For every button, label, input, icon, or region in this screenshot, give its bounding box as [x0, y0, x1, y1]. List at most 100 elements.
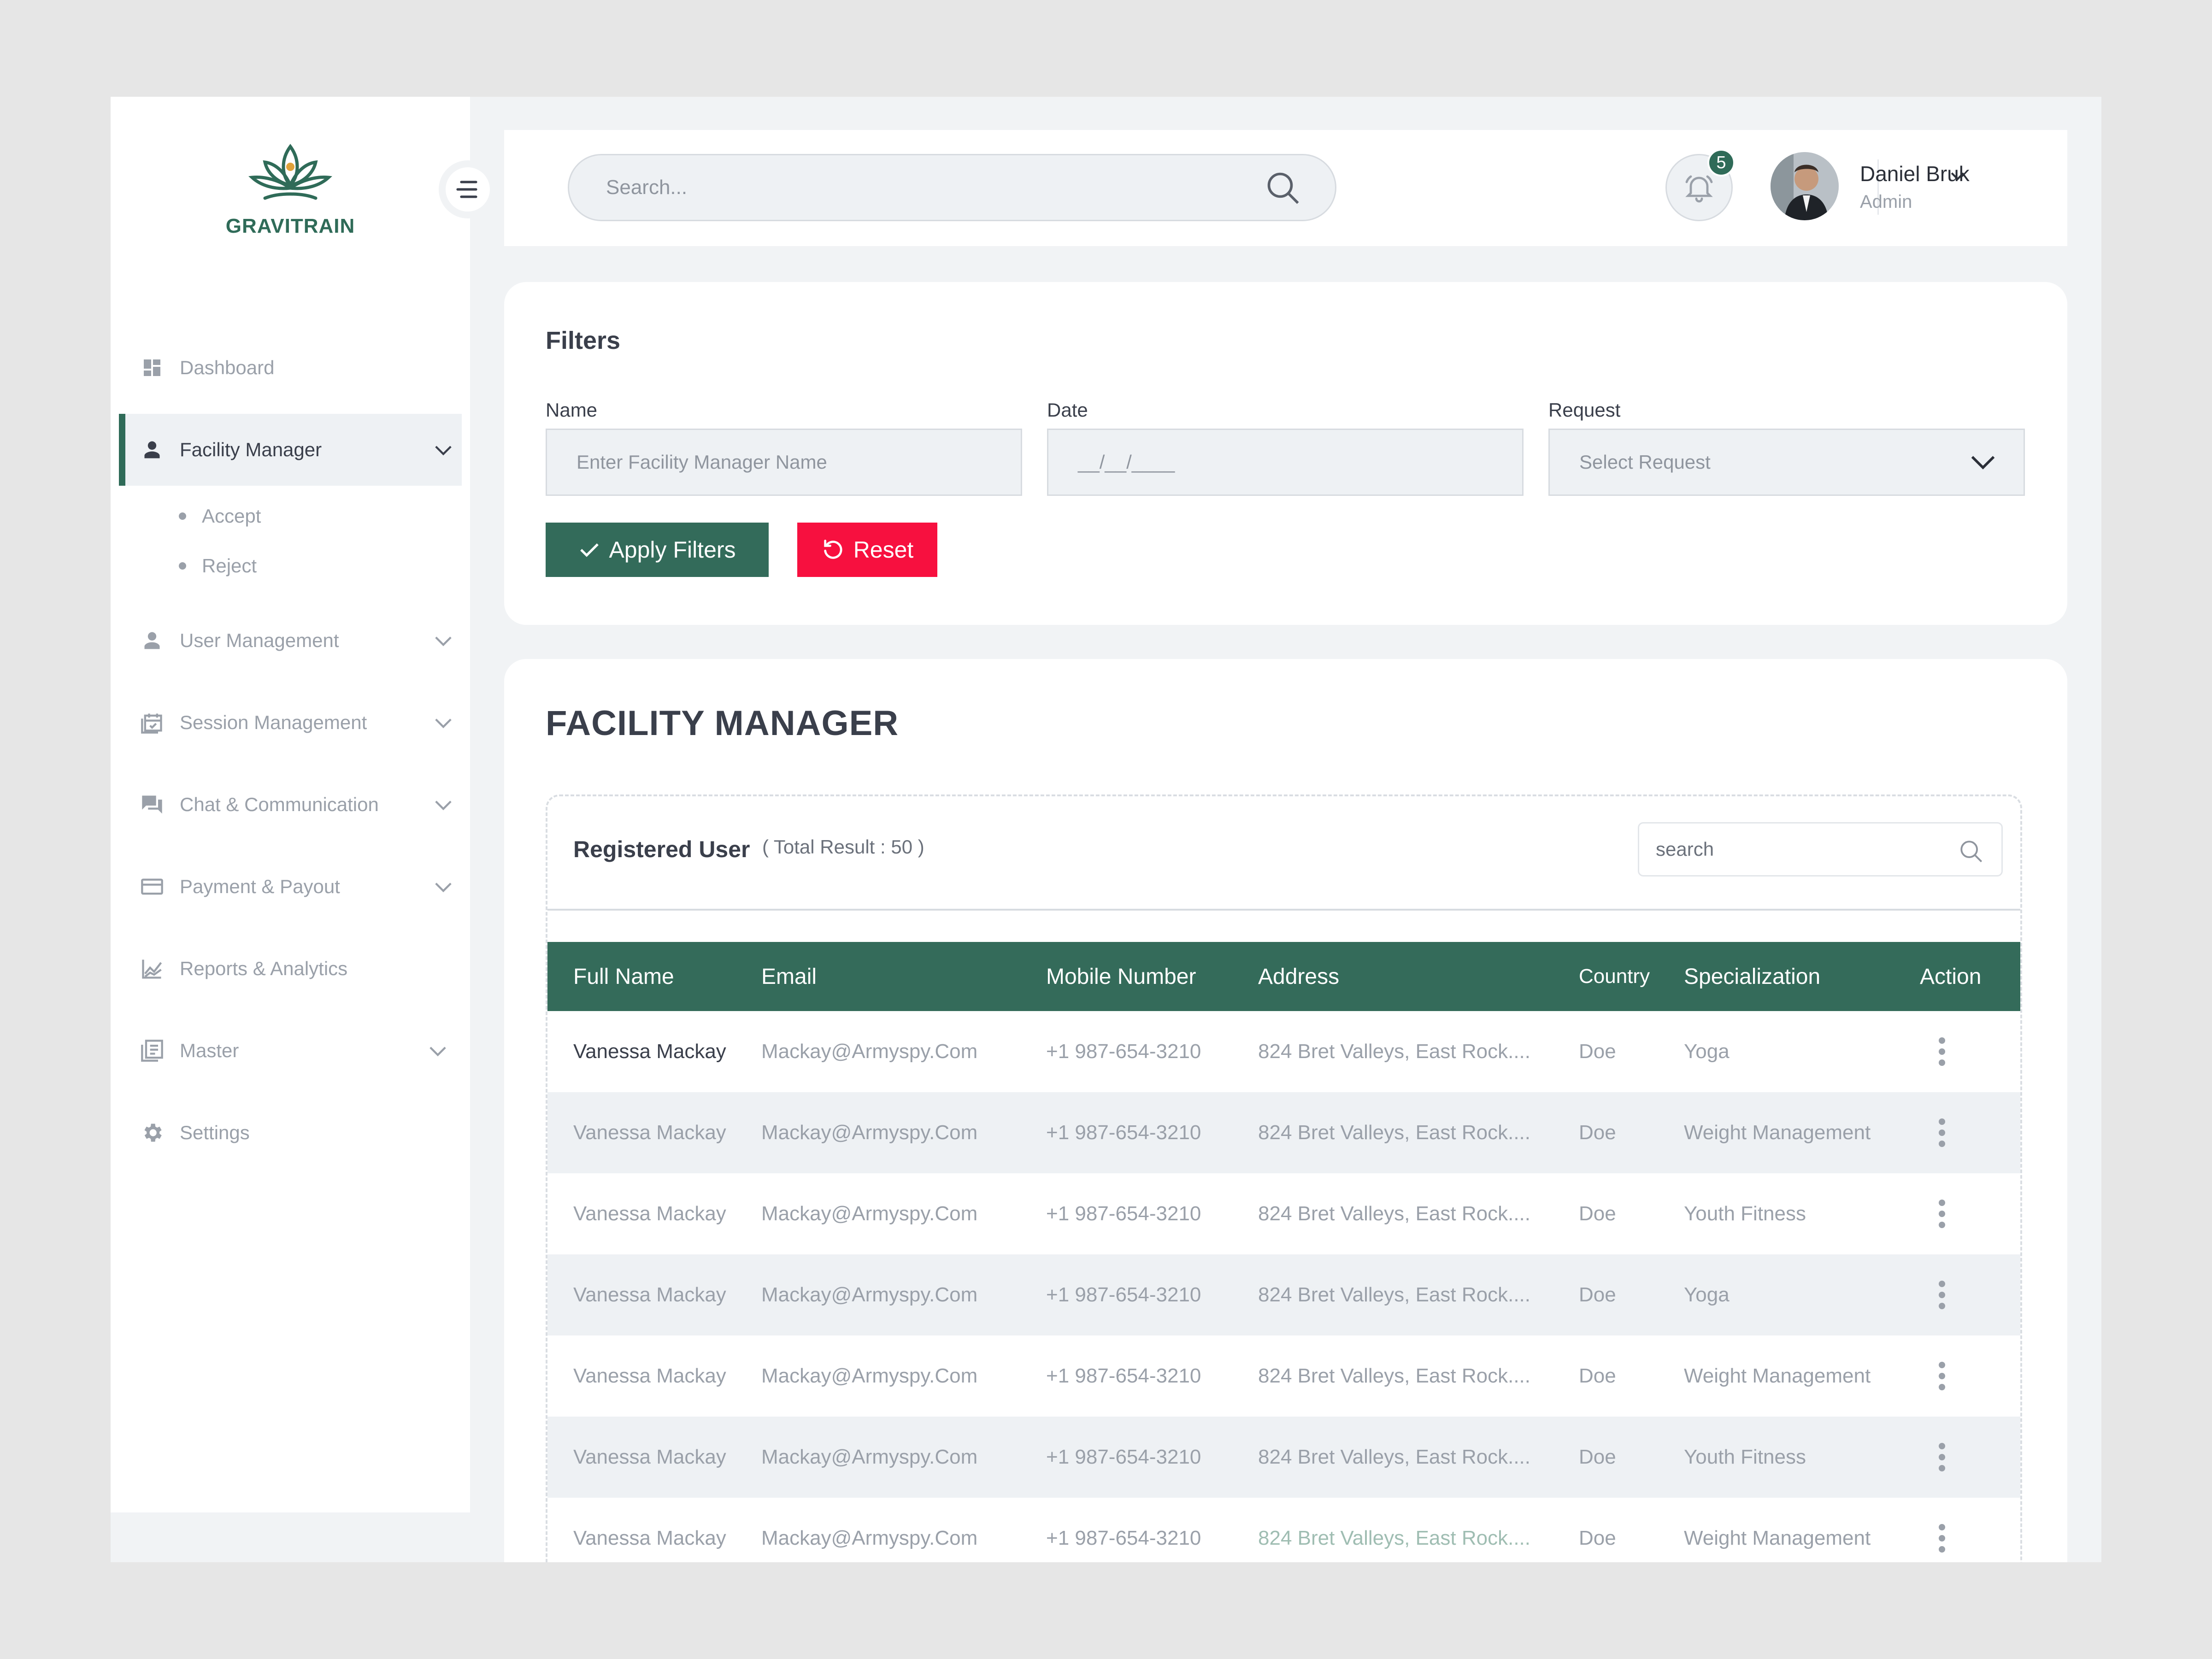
- check-icon: [580, 543, 599, 557]
- sidebar-item-label: Master: [180, 1040, 239, 1061]
- table-row[interactable]: Vanessa Mackay Mackay@Armyspy.Com +1 987…: [547, 1011, 2020, 1092]
- more-options-icon[interactable]: [1937, 1443, 1947, 1471]
- chevron-down-icon[interactable]: [433, 714, 453, 736]
- sidebar-item-payment-payout[interactable]: Payment & Payout: [119, 851, 462, 923]
- table-row[interactable]: Vanessa Mackay Mackay@Armyspy.Com +1 987…: [547, 1498, 2020, 1562]
- sidebar: GRAVITRAIN Dashboard Facility Manager Ac…: [111, 97, 470, 1512]
- sidebar-item-chat-communication[interactable]: Chat & Communication: [119, 769, 462, 841]
- notification-count-badge: 5: [1707, 149, 1735, 176]
- request-select[interactable]: Select Request: [1548, 429, 2025, 496]
- sidebar-item-label: Reports & Analytics: [180, 958, 348, 979]
- cell-mobile: +1 987-654-3210: [1046, 1283, 1201, 1306]
- cell-mobile: +1 987-654-3210: [1046, 1202, 1201, 1225]
- app-window: GRAVITRAIN Dashboard Facility Manager Ac…: [111, 97, 2101, 1562]
- sidebar-item-label: Dashboard: [180, 357, 275, 378]
- filters-card: Filters Name Enter Facility Manager Name…: [504, 282, 2067, 625]
- chart-icon: [138, 955, 166, 982]
- apply-filters-button[interactable]: Apply Filters: [546, 523, 769, 577]
- sidebar-nav: Dashboard Facility Manager Accept Reject…: [119, 332, 462, 1179]
- sidebar-item-label: Settings: [180, 1122, 250, 1143]
- chevron-down-icon[interactable]: [433, 441, 453, 464]
- more-options-icon[interactable]: [1937, 1200, 1947, 1228]
- table-row[interactable]: Vanessa Mackay Mackay@Armyspy.Com +1 987…: [547, 1254, 2020, 1335]
- chevron-down-icon: [1971, 456, 1995, 470]
- cell-full-name: Vanessa Mackay: [573, 1040, 726, 1063]
- cell-email: Mackay@Armyspy.Com: [761, 1365, 978, 1387]
- table-row[interactable]: Vanessa Mackay Mackay@Armyspy.Com +1 987…: [547, 1335, 2020, 1417]
- lotus-logo-icon: [248, 144, 332, 200]
- subnav-item-accept[interactable]: Accept: [179, 491, 462, 541]
- cell-email: Mackay@Armyspy.Com: [761, 1040, 978, 1063]
- gear-icon: [138, 1119, 166, 1147]
- date-input[interactable]: __/__/____: [1047, 429, 1524, 496]
- search-icon[interactable]: [1958, 838, 1985, 865]
- sidebar-item-user-management[interactable]: User Management: [119, 605, 462, 677]
- column-header-country[interactable]: Country: [1579, 942, 1684, 1011]
- menu-toggle-button[interactable]: [439, 160, 497, 218]
- total-result-count: ( Total Result : 50 ): [762, 836, 924, 858]
- sidebar-item-session-management[interactable]: Session Management: [119, 687, 462, 759]
- search-icon[interactable]: [1264, 169, 1303, 208]
- cell-email: Mackay@Armyspy.Com: [761, 1283, 978, 1306]
- bell-icon: [1685, 175, 1713, 203]
- table-row[interactable]: Vanessa Mackay Mackay@Armyspy.Com +1 987…: [547, 1092, 2020, 1173]
- subnav-item-label: Reject: [202, 555, 257, 577]
- cell-address: 824 Bret Valleys, East Rock....: [1258, 1121, 1530, 1144]
- column-header-address[interactable]: Address: [1258, 942, 1579, 1011]
- facility-manager-submenu: Accept Reject: [119, 491, 462, 591]
- more-options-icon[interactable]: [1937, 1281, 1947, 1309]
- cell-mobile: +1 987-654-3210: [1046, 1527, 1201, 1549]
- table-row[interactable]: Vanessa Mackay Mackay@Armyspy.Com +1 987…: [547, 1173, 2020, 1254]
- cell-address: 824 Bret Valleys, East Rock....: [1258, 1202, 1530, 1225]
- avatar[interactable]: [1771, 152, 1839, 220]
- cell-full-name: Vanessa Mackay: [573, 1527, 726, 1549]
- reset-label: Reset: [853, 537, 914, 563]
- global-search-input[interactable]: Search...: [568, 154, 1336, 221]
- chevron-down-icon[interactable]: [433, 632, 453, 654]
- person-icon: [138, 627, 166, 654]
- notifications-button[interactable]: 5: [1665, 149, 1735, 221]
- sidebar-item-settings[interactable]: Settings: [119, 1097, 462, 1169]
- table-row[interactable]: Vanessa Mackay Mackay@Armyspy.Com +1 987…: [547, 1417, 2020, 1498]
- chevron-down-icon[interactable]: [1948, 169, 1967, 183]
- column-header-email[interactable]: Email: [761, 942, 1046, 1011]
- column-header-action: Action: [1920, 964, 1982, 989]
- bullet-icon: [179, 512, 186, 520]
- cell-mobile: +1 987-654-3210: [1046, 1040, 1201, 1063]
- more-options-icon[interactable]: [1937, 1118, 1947, 1147]
- chevron-down-icon[interactable]: [433, 878, 453, 900]
- dashboard-icon: [138, 354, 166, 382]
- sidebar-item-reports-analytics[interactable]: Reports & Analytics: [119, 933, 462, 1005]
- name-input[interactable]: Enter Facility Manager Name: [546, 429, 1022, 496]
- more-options-icon[interactable]: [1937, 1524, 1947, 1553]
- date-placeholder: __/__/____: [1078, 451, 1175, 473]
- subnav-item-reject[interactable]: Reject: [179, 541, 462, 591]
- sidebar-item-label: Payment & Payout: [180, 876, 340, 897]
- table-search-input[interactable]: search: [1638, 822, 2003, 877]
- chevron-down-icon[interactable]: [428, 1042, 448, 1065]
- calendar-icon: [138, 709, 166, 736]
- cell-action: [1899, 1417, 2020, 1498]
- reset-button[interactable]: Reset: [797, 523, 937, 577]
- sidebar-item-label: Chat & Communication: [180, 794, 379, 815]
- sidebar-item-facility-manager[interactable]: Facility Manager: [119, 414, 462, 486]
- column-header-mobile-number[interactable]: Mobile Number: [1046, 942, 1258, 1011]
- cell-action: [1899, 1254, 2020, 1335]
- more-options-icon[interactable]: [1937, 1037, 1947, 1066]
- page-title: FACILITY MANAGER: [546, 704, 899, 743]
- sidebar-item-dashboard[interactable]: Dashboard: [119, 332, 462, 404]
- brand-logo[interactable]: GRAVITRAIN: [221, 138, 359, 238]
- column-header-specialization[interactable]: Specialization: [1684, 942, 1899, 1011]
- cell-country: Doe: [1579, 1121, 1616, 1144]
- topbar: Search... 5 Daniel Bruk Admin: [504, 130, 2067, 246]
- card-icon: [138, 873, 166, 900]
- cell-mobile: +1 987-654-3210: [1046, 1365, 1201, 1387]
- chat-icon: [138, 791, 166, 818]
- more-options-icon[interactable]: [1937, 1362, 1947, 1390]
- cell-country: Doe: [1579, 1527, 1616, 1549]
- sidebar-item-master[interactable]: Master: [119, 1015, 462, 1087]
- cell-action: [1899, 1498, 2020, 1562]
- column-header-full-name[interactable]: Full Name: [547, 942, 761, 1011]
- chevron-down-icon[interactable]: [433, 796, 453, 818]
- cell-specialization: Weight Management: [1684, 1121, 1871, 1144]
